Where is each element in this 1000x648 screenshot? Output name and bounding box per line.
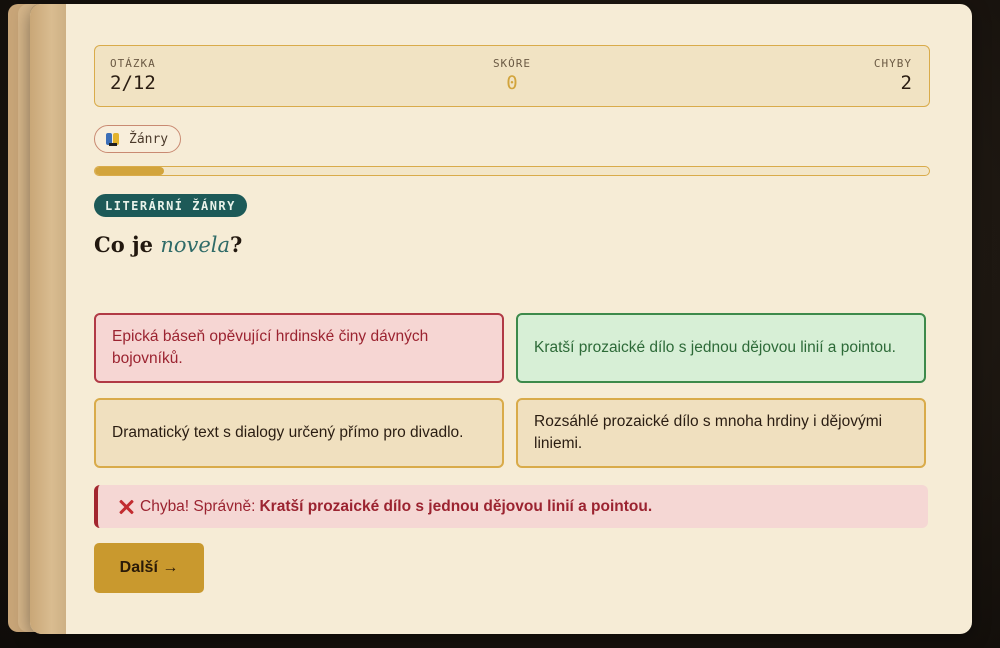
stat-errors-label: CHYBY <box>873 57 912 70</box>
question-suffix: ? <box>230 232 243 257</box>
progress-fill <box>95 167 165 175</box>
stat-score-label: SKÓRE <box>492 57 532 70</box>
books-icon <box>105 131 121 147</box>
topic-chip[interactable]: Žánry <box>94 125 182 153</box>
progress-bar <box>94 166 930 176</box>
question-term: novela <box>160 233 231 257</box>
answer-option-3-text: Dramatický text s dialogy určený přímo p… <box>112 424 464 441</box>
book-spine <box>30 4 66 634</box>
stat-score: SKÓRE 0 <box>95 57 929 94</box>
stats-bar: OTÁZKA 2/12 SKÓRE 0 CHYBY 2 <box>94 45 930 107</box>
answer-option-4[interactable]: Rozsáhlé prozaické dílo s mnoha hrdiny i… <box>516 398 926 468</box>
category-badge: LITERÁRNÍ ŽÁNRY <box>94 194 247 217</box>
answer-option-3[interactable]: Dramatický text s dialogy určený přímo p… <box>94 398 504 468</box>
topic-chip-label: Žánry <box>129 131 169 147</box>
next-button[interactable]: Další → <box>94 543 204 593</box>
error-x-icon <box>118 499 134 515</box>
stat-errors-value: 2 <box>900 72 912 94</box>
answer-option-2[interactable]: Kratší prozaické dílo s jednou dějovou l… <box>516 313 926 383</box>
stat-errors: CHYBY 2 <box>874 57 912 94</box>
answer-option-1-text: Epická báseň opěvující hrdinské činy dáv… <box>112 328 429 367</box>
quiz-card: OTÁZKA 2/12 SKÓRE 0 CHYBY 2 Žánry LITERÁ… <box>30 4 972 634</box>
answer-option-2-text: Kratší prozaické dílo s jednou dějovou l… <box>534 339 896 356</box>
feedback-prefix: Chyba! Správně: <box>140 497 256 515</box>
answer-option-1[interactable]: Epická báseň opěvující hrdinské činy dáv… <box>94 313 504 383</box>
question-prefix: Co je <box>94 232 161 257</box>
quiz-content: OTÁZKA 2/12 SKÓRE 0 CHYBY 2 Žánry LITERÁ… <box>94 4 930 634</box>
feedback-banner: Chyba! Správně: Kratší prozaické dílo s … <box>94 485 928 528</box>
feedback-answer: Kratší prozaické dílo s jednou dějovou l… <box>259 497 653 515</box>
answer-option-4-text: Rozsáhlé prozaické dílo s mnoha hrdiny i… <box>534 413 883 452</box>
question-text: Co je novela? <box>94 232 242 257</box>
stat-score-value: 0 <box>506 72 518 94</box>
